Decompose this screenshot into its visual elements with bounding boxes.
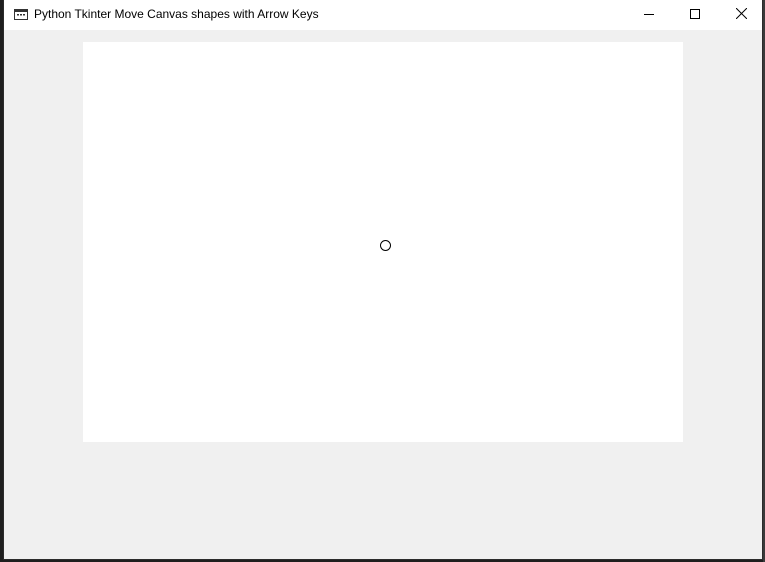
window-client-area (4, 30, 762, 559)
drawing-canvas[interactable] (83, 42, 683, 442)
movable-circle-shape[interactable] (380, 240, 391, 251)
window-title: Python Tkinter Move Canvas shapes with A… (34, 7, 319, 21)
maximize-icon (690, 6, 700, 24)
app-window: Python Tkinter Move Canvas shapes with A… (3, 0, 763, 560)
tk-feather-icon[interactable] (14, 8, 28, 20)
close-button[interactable] (718, 0, 764, 30)
close-icon (735, 6, 747, 24)
title-bar[interactable]: Python Tkinter Move Canvas shapes with A… (4, 0, 762, 30)
minimize-button[interactable] (626, 0, 672, 30)
maximize-button[interactable] (672, 0, 718, 30)
minimize-icon (644, 6, 654, 24)
